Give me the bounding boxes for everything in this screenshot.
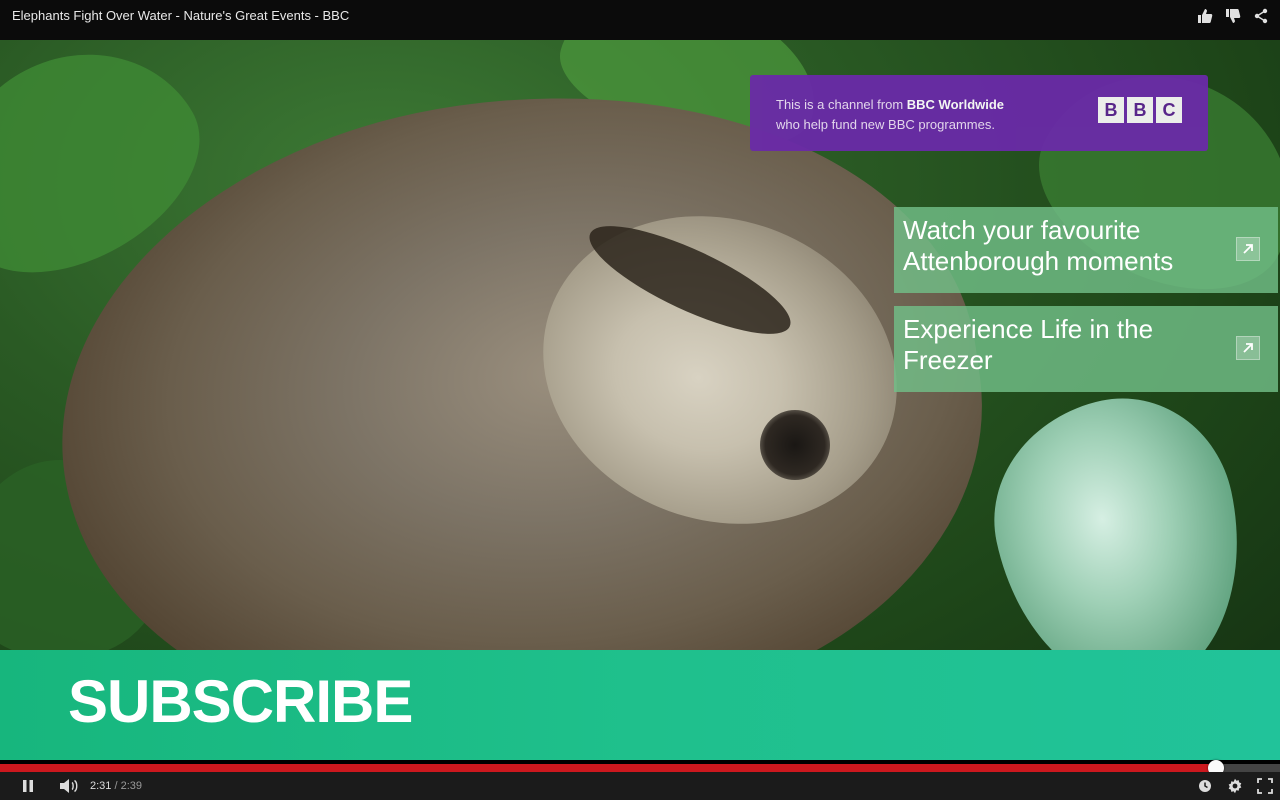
subscribe-label: SUBSCRIBE — [68, 668, 413, 735]
duration: / 2:39 — [114, 780, 143, 792]
volume-icon[interactable] — [56, 776, 82, 796]
bbc-logo-letter: B — [1098, 97, 1124, 123]
fullscreen-icon[interactable] — [1254, 776, 1276, 796]
pause-icon[interactable] — [16, 776, 40, 796]
annotation-text: Watch your favourite Attenborough moment… — [903, 215, 1174, 276]
dislike-icon[interactable] — [1222, 6, 1244, 26]
video-player: Elephants Fight Over Water - Nature's Gr… — [0, 0, 1280, 800]
bbc-logo-letter: C — [1156, 97, 1182, 123]
banner-line1-bold: BBC Worldwide — [906, 97, 1005, 112]
progress-bar[interactable] — [0, 760, 1280, 776]
like-icon[interactable] — [1194, 6, 1216, 26]
progress-played — [0, 764, 1216, 772]
share-icon[interactable] — [1250, 6, 1272, 26]
banner-line1-prefix: This is a channel from — [776, 97, 907, 112]
video-title[interactable]: Elephants Fight Over Water - Nature's Gr… — [12, 8, 349, 24]
external-link-icon — [1236, 237, 1260, 261]
annotation-card-attenborough[interactable]: Watch your favourite Attenborough moment… — [894, 207, 1278, 293]
control-bar: 2:31 / 2:39 — [0, 772, 1280, 800]
bbc-logo-letter: B — [1127, 97, 1153, 123]
sloth-nose — [760, 410, 830, 480]
banner-line2: who help fund new BBC programmes. — [776, 117, 995, 132]
annotation-text: Experience Life in the Freezer — [903, 314, 1154, 375]
time-display: 2:31 / 2:39 — [90, 778, 142, 794]
gear-icon[interactable] — [1224, 776, 1246, 796]
annotation-card-freezer[interactable]: Experience Life in the Freezer — [894, 306, 1278, 392]
external-link-icon — [1236, 336, 1260, 360]
bbc-worldwide-banner[interactable]: This is a channel from BBC Worldwide who… — [750, 75, 1208, 151]
banner-text: This is a channel from BBC Worldwide who… — [776, 95, 1076, 135]
title-bar: Elephants Fight Over Water - Nature's Gr… — [0, 0, 1280, 40]
bbc-logo: B B C — [1098, 97, 1182, 123]
watch-later-icon[interactable] — [1194, 776, 1216, 796]
current-time: 2:31 — [90, 780, 112, 792]
top-actions — [1194, 6, 1272, 26]
subscribe-banner[interactable]: SUBSCRIBE — [0, 650, 1280, 760]
